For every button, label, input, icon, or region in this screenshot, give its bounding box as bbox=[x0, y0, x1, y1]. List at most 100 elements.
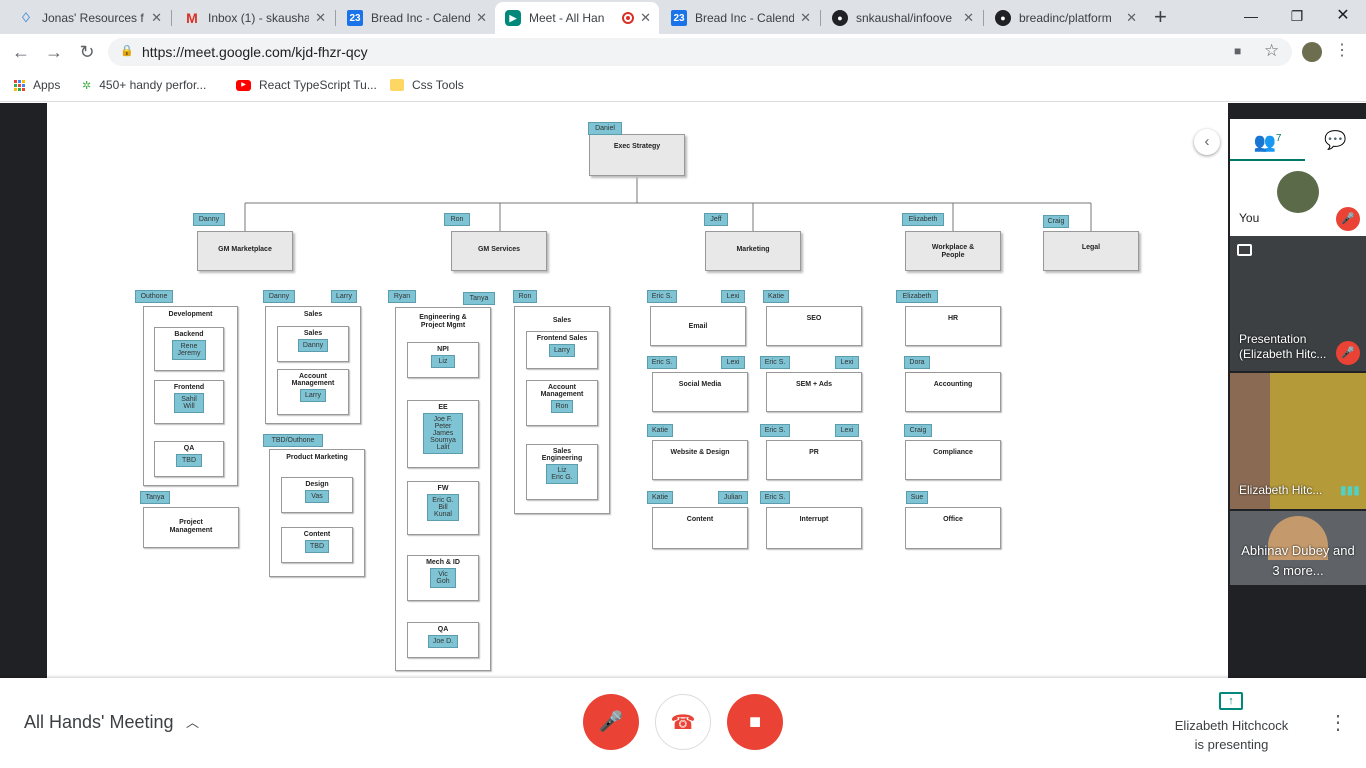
omnibox[interactable]: 🔒 https://meet.google.com/kjd-fhzr-qcy ■… bbox=[108, 38, 1292, 66]
tab-github-infoove[interactable]: ● snkaushal/infoove ✕ bbox=[822, 2, 982, 34]
people-icon: 👥 bbox=[1253, 132, 1276, 152]
org-box-accounting: Accounting bbox=[905, 372, 1001, 412]
bookmark-handy-perf[interactable]: ✲ 450+ handy perfor... bbox=[82, 78, 206, 92]
tab-title: Bread Inc - Calend bbox=[695, 11, 795, 25]
url-text[interactable]: https://meet.google.com/kjd-fhzr-qcy bbox=[142, 44, 368, 60]
org-box-design: Design Vas bbox=[281, 477, 353, 513]
tab-separator bbox=[983, 10, 984, 26]
org-box-sem-ads: SEM + Ads bbox=[766, 372, 862, 412]
forward-icon[interactable]: → bbox=[43, 42, 65, 63]
name-tag: Katie bbox=[647, 424, 673, 437]
camera-icon[interactable]: ■ bbox=[1234, 44, 1241, 58]
tab-inbox[interactable]: M Inbox (1) - skausha ✕ bbox=[174, 2, 334, 34]
participant-tile-you[interactable]: You 🎤 bbox=[1230, 161, 1366, 236]
org-box-frontend-sales: Frontend Sales Larry bbox=[526, 331, 598, 369]
maximize-icon[interactable]: ❐ bbox=[1274, 4, 1320, 28]
bookmark-react-ts[interactable]: ▶ React TypeScript Tu... bbox=[236, 78, 377, 92]
org-box-website-design: Website & Design bbox=[652, 440, 748, 480]
reload-icon[interactable]: ↻ bbox=[76, 42, 98, 63]
phone-hangup-icon: ☎ bbox=[670, 712, 696, 734]
minimize-icon[interactable]: — bbox=[1228, 4, 1274, 28]
name-tag: Elizabeth bbox=[902, 213, 944, 226]
participant-tile-presentation[interactable]: Presentation (Elizabeth Hitc... 🎤 bbox=[1230, 236, 1366, 371]
participant-name: You bbox=[1239, 211, 1260, 225]
presenting-status[interactable]: ↑ Elizabeth Hitchcock is presenting bbox=[1160, 678, 1303, 768]
folder-icon bbox=[390, 79, 404, 91]
org-box-project-management: Project Management bbox=[143, 507, 239, 548]
github-icon: ● bbox=[995, 10, 1011, 26]
org-box-sales-eng: Sales Engineering Liz Eric G. bbox=[526, 444, 598, 500]
name-tag: Eric S. bbox=[647, 356, 677, 369]
org-box-compliance: Compliance bbox=[905, 440, 1001, 480]
name-tag: Ron bbox=[444, 213, 470, 226]
name-tag: Katie bbox=[763, 290, 789, 303]
bookmark-css-tools[interactable]: Css Tools bbox=[390, 78, 464, 92]
close-tab-icon[interactable]: ✕ bbox=[800, 10, 811, 26]
bookmark-label: React TypeScript Tu... bbox=[259, 78, 377, 92]
bookmarks-bar: Apps ✲ 450+ handy perfor... ▶ React Type… bbox=[0, 70, 1366, 102]
people-count-badge: 7 bbox=[1275, 133, 1282, 144]
gmail-icon: M bbox=[186, 10, 198, 26]
tab-meet-active[interactable]: ▶ Meet - All Han ✕ bbox=[495, 2, 659, 34]
participants-sidebar: 👥7 💬 You 🎤 Presentation (Elizabeth Hitc.… bbox=[1230, 103, 1366, 678]
tab-title: breadinc/platform bbox=[1019, 11, 1112, 25]
participant-tile-elizabeth[interactable]: Elizabeth Hitc... ▮▮▮ bbox=[1230, 373, 1366, 509]
name-tag: Lexi bbox=[721, 290, 745, 303]
bookmark-apps[interactable]: Apps bbox=[14, 78, 60, 92]
name-tag: Dora bbox=[904, 356, 930, 369]
tab-calendar-2[interactable]: 23 Bread Inc - Calend ✕ bbox=[661, 2, 819, 34]
org-box-legal: Legal bbox=[1043, 231, 1139, 271]
collapse-sidebar-chevron-icon[interactable]: ‹ bbox=[1194, 129, 1220, 155]
hang-up-button[interactable]: ☎ bbox=[655, 694, 711, 750]
close-tab-icon[interactable]: ✕ bbox=[315, 10, 326, 26]
new-tab-icon[interactable]: + bbox=[1154, 4, 1167, 30]
name-tag: Katie bbox=[647, 491, 673, 504]
close-window-icon[interactable]: ✕ bbox=[1320, 4, 1366, 28]
name-tag: Elizabeth bbox=[896, 290, 938, 303]
name-tag: Larry bbox=[331, 290, 357, 303]
profile-avatar[interactable] bbox=[1302, 42, 1322, 62]
presenter-name: Elizabeth Hitchcock bbox=[1174, 718, 1289, 733]
tab-github-platform[interactable]: ● breadinc/platform ✕ bbox=[985, 2, 1145, 34]
camera-off-icon: ■ bbox=[748, 711, 762, 733]
close-tab-icon[interactable]: ✕ bbox=[151, 10, 162, 26]
org-box-frontend: Frontend Sahil Will bbox=[154, 380, 224, 424]
menu-icon[interactable]: ⋮ bbox=[1334, 42, 1350, 60]
tab-separator bbox=[171, 10, 172, 26]
name-tag: Ron bbox=[513, 290, 537, 303]
org-box-gm-marketplace: GM Marketplace bbox=[197, 231, 293, 271]
name-tag: Eric S. bbox=[760, 491, 790, 504]
org-box-mech-id: Mech & ID Vic Goh bbox=[407, 555, 479, 601]
close-tab-icon[interactable]: ✕ bbox=[640, 10, 651, 26]
mic-off-icon: 🎤 bbox=[1336, 207, 1360, 231]
participant-tile-others[interactable]: Abhinav Dubey and 3 more... bbox=[1230, 511, 1366, 585]
tab-jonas-resources[interactable]: ♢ Jonas' Resources f ✕ bbox=[8, 2, 170, 34]
tab-people[interactable]: 👥7 bbox=[1230, 119, 1305, 161]
meet-icon: ▶ bbox=[505, 10, 521, 26]
name-tag: TBD/Outhone bbox=[263, 434, 323, 447]
org-box-workplace-people: Workplace & People bbox=[905, 231, 1001, 271]
close-tab-icon[interactable]: ✕ bbox=[476, 10, 487, 26]
star-icon[interactable]: ☆ bbox=[1264, 41, 1279, 61]
bookmark-label: 450+ handy perfor... bbox=[99, 78, 207, 92]
name-tag: Ryan bbox=[388, 290, 416, 303]
tab-title: Bread Inc - Calend bbox=[371, 11, 471, 25]
chevron-up-icon[interactable]: ︿ bbox=[186, 712, 199, 731]
name-tag: Daniel bbox=[588, 122, 622, 135]
calendar-icon: 23 bbox=[671, 10, 687, 26]
more-options-icon[interactable]: ⋮ bbox=[1328, 710, 1348, 735]
org-box-marketing: Marketing bbox=[705, 231, 801, 271]
close-tab-icon[interactable]: ✕ bbox=[963, 10, 974, 26]
presenter-status-text: is presenting bbox=[1194, 737, 1269, 752]
name-tag: Lexi bbox=[721, 356, 745, 369]
close-tab-icon[interactable]: ✕ bbox=[1126, 10, 1137, 26]
meeting-title[interactable]: All Hands' Meeting bbox=[24, 712, 174, 733]
org-box-mp-sales-sub: Sales Danny bbox=[277, 326, 349, 362]
mic-toggle-button[interactable]: 🎤 bbox=[583, 694, 639, 750]
camera-toggle-button[interactable]: ■ bbox=[727, 694, 783, 750]
tab-chat[interactable]: 💬 bbox=[1305, 119, 1366, 161]
back-icon[interactable]: ← bbox=[10, 42, 32, 63]
org-box-email: Email bbox=[650, 306, 746, 346]
org-box-mkt-content: Content bbox=[652, 507, 748, 549]
tab-calendar[interactable]: 23 Bread Inc - Calend ✕ bbox=[337, 2, 495, 34]
